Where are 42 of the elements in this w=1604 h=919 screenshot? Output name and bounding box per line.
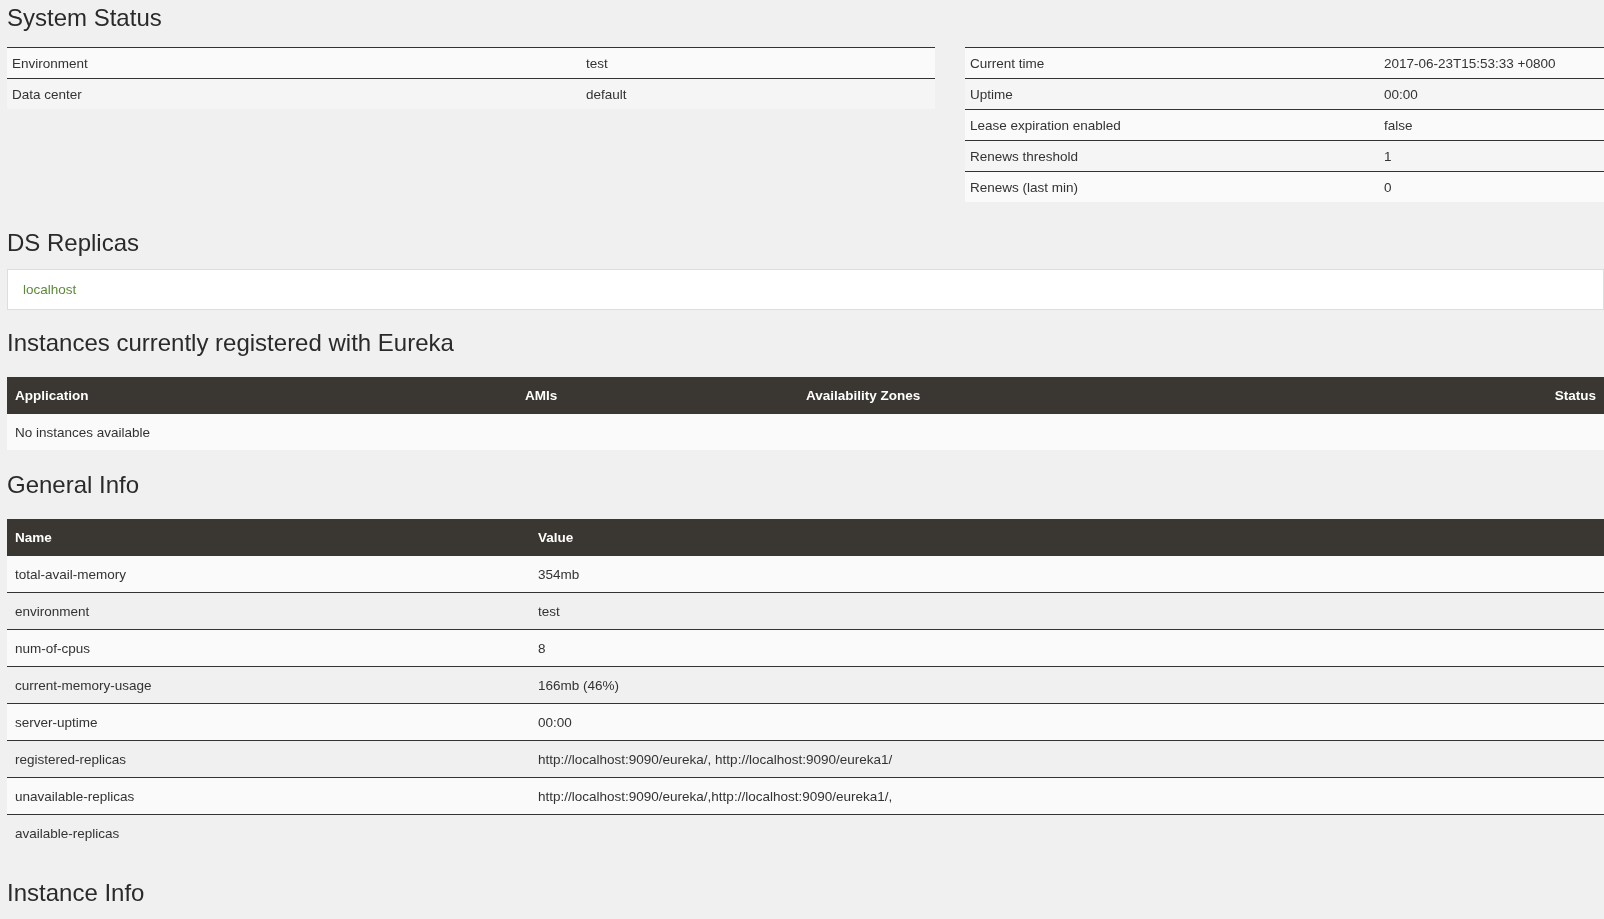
table-cell-text: server-uptime xyxy=(14,714,99,730)
table-cell-text: Lease expiration enabled xyxy=(969,117,1122,133)
section-heading: Instances currently registered with Eureka xyxy=(7,328,455,358)
table-cell-text: num-of-cpus xyxy=(14,640,92,656)
table-cell-text: Current time xyxy=(969,55,1046,71)
column-header: Value xyxy=(537,530,574,545)
empty-message: No instances available xyxy=(14,424,151,440)
section-heading: System Status xyxy=(7,3,163,33)
column-header: AMIs xyxy=(524,388,559,403)
table-cell-text: environment xyxy=(14,603,91,619)
column-header: Status xyxy=(1553,388,1597,403)
table-cell: test xyxy=(586,55,608,71)
table-cell-text: Data center xyxy=(11,86,83,102)
table-cell-text: Renews (last min) xyxy=(969,179,1080,195)
table-cell: false xyxy=(1384,117,1413,133)
table-cell-text: Environment xyxy=(11,55,89,71)
table-cell: default xyxy=(586,86,627,102)
table-cell-text: 8 xyxy=(537,640,546,656)
table-cell-text: Renews threshold xyxy=(969,148,1080,164)
table-cell-text: available-replicas xyxy=(14,825,121,841)
table-cell-text: total-avail-memory xyxy=(14,566,128,582)
section-heading: General Info xyxy=(7,470,141,500)
section-heading: DS Replicas xyxy=(7,228,141,258)
column-header: Availability Zones xyxy=(805,388,922,403)
section-heading: Instance Info xyxy=(7,878,146,908)
table-cell: 0 xyxy=(1384,179,1392,195)
table-cell-text: http://localhost:9090/eureka/, http://localhost:9090/eureka1/ xyxy=(537,751,893,767)
table-cell: 2017-06-23T15:53:33 +0800 xyxy=(1384,55,1556,71)
table-cell-text: registered-replicas xyxy=(14,751,128,767)
table-cell-text: 354mb xyxy=(537,566,580,582)
table-cell-text: test xyxy=(537,603,560,619)
replica-link[interactable]: localhost xyxy=(23,282,77,297)
table-cell-text: current-memory-usage xyxy=(14,677,153,693)
column-header: Application xyxy=(14,388,90,403)
table-cell-text: unavailable-replicas xyxy=(14,788,136,804)
table-cell-text: 166mb (46%) xyxy=(537,677,620,693)
column-header: Name xyxy=(14,530,53,545)
table-cell: 1 xyxy=(1384,148,1392,164)
table-cell-text: 00:00 xyxy=(537,714,572,730)
table-cell-text: http://localhost:9090/eureka/,http://localhost:9090/eureka1/, xyxy=(537,788,893,804)
table-cell-text: Uptime xyxy=(969,86,1014,102)
table-cell: 00:00 xyxy=(1384,86,1418,102)
